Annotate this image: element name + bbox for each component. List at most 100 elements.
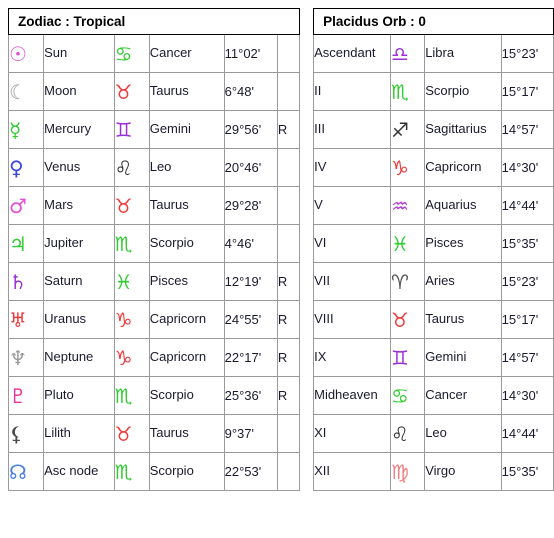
table-row[interactable]: V ♒ Aquarius 14°44' <box>313 186 554 225</box>
planet-symbol-cell: ♇ <box>7 376 45 415</box>
zodiac-sign-glyph-icon: ♓ <box>114 269 133 294</box>
degree-cell: 29°28' <box>223 186 278 225</box>
zodiac-planets-table: Zodiac : Tropical ☉ Sun ♋ Cancer 11°02' ☾ Moon… <box>7 8 300 491</box>
sign-symbol-cell: ♈ <box>390 262 426 301</box>
table-row[interactable]: VIII ♉ Taurus 15°17' <box>313 300 554 339</box>
zodiac-sign-glyph-icon: ♑ <box>114 307 133 332</box>
zodiac-sign-glyph-icon: ♋ <box>391 383 409 408</box>
sign-symbol-cell: ♒ <box>390 186 426 225</box>
planet-glyph-icon: ☊ <box>9 459 27 484</box>
sign-symbol-cell: ♉ <box>390 300 426 339</box>
table-row[interactable]: ☾ Moon ♉ Taurus 6°48' <box>7 72 300 111</box>
zodiac-header-row: Zodiac : Tropical <box>8 8 300 35</box>
sign-symbol-cell: ♑ <box>390 148 426 187</box>
sign-name-cell: Aries <box>424 262 502 301</box>
table-row[interactable]: ⚸ Lilith ♉ Taurus 9°37' <box>7 414 300 453</box>
table-row[interactable]: ♇ Pluto ♏ Scorpio 25°36' R <box>7 376 300 415</box>
degree-cell: 15°35' <box>500 452 554 491</box>
planet-symbol-cell: ♃ <box>7 224 45 263</box>
sign-name-cell: Cancer <box>424 376 502 415</box>
retrograde-cell: R <box>276 110 300 149</box>
table-row[interactable]: Midheaven ♋ Cancer 14°30' <box>313 376 554 415</box>
table-row[interactable]: ♀ Venus ♌ Leo 20°46' <box>7 148 300 187</box>
table-row[interactable]: III ♐ Sagittarius 14°57' <box>313 110 554 149</box>
zodiac-sign-glyph-icon: ♉ <box>114 421 133 446</box>
table-row[interactable]: ♆ Neptune ♑ Capricorn 22°17' R <box>7 338 300 377</box>
sign-symbol-cell: ♐ <box>390 110 426 149</box>
planet-glyph-icon: ♂ <box>9 193 27 218</box>
retrograde-cell <box>276 452 300 491</box>
planet-symbol-cell: ☾ <box>7 72 45 111</box>
sign-name-cell: Pisces <box>148 262 225 301</box>
table-row[interactable]: ☿ Mercury ♊ Gemini 29°56' R <box>7 110 300 149</box>
sign-name-cell: Scorpio <box>148 376 225 415</box>
sign-symbol-cell: ♊ <box>113 110 150 149</box>
table-row[interactable]: IX ♊ Gemini 14°57' <box>313 338 554 377</box>
table-row[interactable]: VII ♈ Aries 15°23' <box>313 262 554 301</box>
degree-cell: 15°17' <box>500 300 554 339</box>
retrograde-cell <box>276 148 300 187</box>
degree-cell: 15°23' <box>500 262 554 301</box>
sign-name-cell: Taurus <box>148 414 225 453</box>
degree-cell: 11°02' <box>223 34 278 73</box>
table-row[interactable]: ♂ Mars ♉ Taurus 29°28' <box>7 186 300 225</box>
house-name-cell: IV <box>313 148 392 187</box>
planet-name-cell: Neptune <box>43 338 115 377</box>
degree-cell: 29°56' <box>223 110 278 149</box>
sign-symbol-cell: ♉ <box>113 72 150 111</box>
degree-cell: 15°35' <box>500 224 554 263</box>
degree-cell: 14°44' <box>500 414 554 453</box>
house-name-cell: IX <box>313 338 392 377</box>
house-name-cell: III <box>313 110 392 149</box>
sign-name-cell: Leo <box>424 414 502 453</box>
retrograde-cell: R <box>276 262 300 301</box>
planet-glyph-icon: ♆ <box>9 345 27 370</box>
planet-symbol-cell: ☉ <box>7 34 45 73</box>
table-row[interactable]: VI ♓ Pisces 15°35' <box>313 224 554 263</box>
table-row[interactable]: ☊ Asc node ♏ Scorpio 22°53' <box>7 452 300 491</box>
table-row[interactable]: ♅ Uranus ♑ Capricorn 24°55' R <box>7 300 300 339</box>
sign-symbol-cell: ♑ <box>113 338 150 377</box>
zodiac-sign-glyph-icon: ♎ <box>391 41 409 66</box>
retrograde-cell: R <box>276 300 300 339</box>
table-row[interactable]: ☉ Sun ♋ Cancer 11°02' <box>7 34 300 73</box>
table-row[interactable]: II ♏ Scorpio 15°17' <box>313 72 554 111</box>
table-row[interactable]: IV ♑ Capricorn 14°30' <box>313 148 554 187</box>
sign-symbol-cell: ♋ <box>113 34 150 73</box>
house-name-cell: II <box>313 72 392 111</box>
zodiac-sign-glyph-icon: ♉ <box>391 307 409 332</box>
zodiac-sign-glyph-icon: ♈ <box>391 269 409 294</box>
sign-name-cell: Capricorn <box>148 300 225 339</box>
sign-name-cell: Libra <box>424 34 502 73</box>
planet-symbol-cell: ☿ <box>7 110 45 149</box>
planet-name-cell: Venus <box>43 148 115 187</box>
sign-symbol-cell: ♏ <box>113 452 150 491</box>
sign-symbol-cell: ♌ <box>390 414 426 453</box>
degree-cell: 20°46' <box>223 148 278 187</box>
table-row[interactable]: ♃ Jupiter ♏ Scorpio 4°46' <box>7 224 300 263</box>
sign-name-cell: Leo <box>148 148 225 187</box>
planet-glyph-icon: ☾ <box>9 79 27 104</box>
planet-name-cell: Saturn <box>43 262 115 301</box>
degree-cell: 4°46' <box>223 224 278 263</box>
sign-name-cell: Capricorn <box>148 338 225 377</box>
house-name-cell: VI <box>313 224 392 263</box>
table-row[interactable]: XII ♍ Virgo 15°35' <box>313 452 554 491</box>
house-name-cell: Midheaven <box>313 376 392 415</box>
zodiac-sign-glyph-icon: ♒ <box>391 193 409 218</box>
zodiac-sign-glyph-icon: ♏ <box>114 383 133 408</box>
retrograde-cell <box>276 72 300 111</box>
planet-glyph-icon: ♄ <box>9 269 27 294</box>
retrograde-cell: R <box>276 376 300 415</box>
planet-name-cell: Moon <box>43 72 115 111</box>
zodiac-sign-glyph-icon: ♊ <box>114 117 133 142</box>
zodiac-sign-glyph-icon: ♉ <box>114 79 133 104</box>
planet-glyph-icon: ☿ <box>9 117 22 142</box>
planet-name-cell: Mercury <box>43 110 115 149</box>
sign-name-cell: Taurus <box>424 300 502 339</box>
table-row[interactable]: Ascendant ♎ Libra 15°23' <box>313 34 554 73</box>
planet-symbol-cell: ☊ <box>7 452 45 491</box>
zodiac-sign-glyph-icon: ♍ <box>391 459 409 484</box>
table-row[interactable]: XI ♌ Leo 14°44' <box>313 414 554 453</box>
table-row[interactable]: ♄ Saturn ♓ Pisces 12°19' R <box>7 262 300 301</box>
